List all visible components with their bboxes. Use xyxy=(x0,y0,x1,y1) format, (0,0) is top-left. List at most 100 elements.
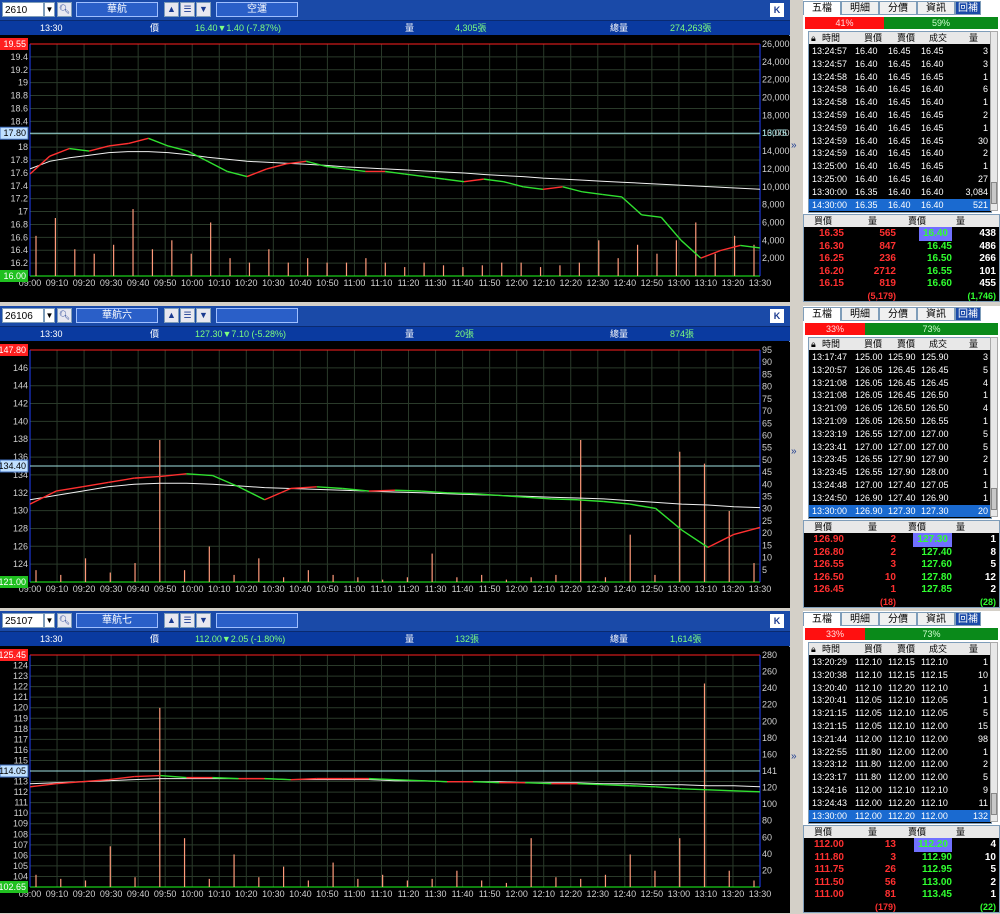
tab-1[interactable]: 明細 xyxy=(841,612,879,626)
tab-4[interactable]: 回補 xyxy=(955,307,981,321)
tick-row[interactable]: 13:20:38 112.10 112.15 112.15 10 xyxy=(809,669,991,681)
tick-row[interactable]: 13:24:59 16.40 16.45 16.45 1 xyxy=(809,122,991,134)
tick-row[interactable]: 13:20:29 112.10 112.15 112.10 1 xyxy=(809,656,991,668)
tick-list-scrollbar[interactable] xyxy=(990,31,998,211)
tick-row[interactable]: 13:22:55 111.80 112.00 112.00 1 xyxy=(809,746,991,758)
tick-row[interactable]: 13:21:08 126.05 126.45 126.45 4 xyxy=(809,377,991,389)
list-button[interactable]: ☰ xyxy=(180,2,195,17)
tick-row[interactable]: 13:21:08 126.05 126.45 126.50 1 xyxy=(809,389,991,401)
tick-row[interactable]: 13:21:44 112.00 112.10 112.00 98 xyxy=(809,733,991,745)
tick-row[interactable]: 13:21:09 126.05 126.50 126.55 1 xyxy=(809,415,991,427)
tab-4[interactable]: 回補 xyxy=(955,612,981,626)
tick-row[interactable]: 13:21:15 112.05 112.10 112.00 15 xyxy=(809,720,991,732)
tab-1[interactable]: 明細 xyxy=(841,307,879,321)
tick-row[interactable]: 13:20:41 112.05 112.10 112.05 1 xyxy=(809,694,991,706)
industry-field[interactable] xyxy=(216,613,298,628)
tab-2[interactable]: 分價 xyxy=(879,307,917,321)
lock-icon[interactable]: 🔒︎ xyxy=(811,32,816,44)
tick-row[interactable]: 13:21:09 126.05 126.50 126.50 4 xyxy=(809,402,991,414)
symbol-name-field[interactable]: 華航 xyxy=(76,2,158,17)
tick-row[interactable]: 13:20:40 112.10 112.20 112.10 1 xyxy=(809,682,991,694)
tick-row[interactable]: 13:24:57 16.40 16.45 16.45 3 xyxy=(809,45,991,57)
tick-row[interactable]: 13:23:45 126.55 127.90 127.90 2 xyxy=(809,453,991,465)
expand-toggle[interactable]: » xyxy=(790,306,802,608)
list-button[interactable]: ☰ xyxy=(180,308,195,323)
tab-1[interactable]: 明細 xyxy=(841,1,879,15)
tab-2[interactable]: 分價 xyxy=(879,1,917,15)
tab-0[interactable]: 五檔 xyxy=(803,1,841,15)
tab-3[interactable]: 資訊 xyxy=(917,1,955,15)
scrollbar-thumb[interactable] xyxy=(991,488,997,510)
scroll-up-button[interactable]: ▲ xyxy=(164,2,179,17)
tick-row[interactable]: 13:24:59 16.40 16.45 16.40 2 xyxy=(809,147,991,159)
tick-list[interactable]: 🔒︎ 時間 買價 賣價 成交量 13:17:47 125.00 125.90 125.90 3 13… xyxy=(808,337,992,519)
scrollbar-thumb[interactable] xyxy=(991,182,997,204)
tick-row[interactable]: 13:21:15 112.05 112.10 112.05 5 xyxy=(809,707,991,719)
tick-list[interactable]: 🔒︎ 時間 買價 賣價 成交量 13:24:57 16.40 16.45 16.45 3 13:24… xyxy=(808,31,992,213)
tick-row[interactable]: 13:24:58 16.40 16.45 16.40 6 xyxy=(809,83,991,95)
symbol-dropdown-button[interactable]: ▼ xyxy=(44,2,55,17)
tick-row[interactable]: 13:25:00 16.40 16.45 16.45 1 xyxy=(809,160,991,172)
industry-field[interactable]: 空運 xyxy=(216,2,298,17)
tick-row[interactable]: 13:30:00 16.35 16.40 16.40 3,084 xyxy=(809,186,991,198)
symbol-dropdown-button[interactable]: ▼ xyxy=(44,613,55,628)
symbol-name-field[interactable]: 華航七 xyxy=(76,613,158,628)
intraday-chart[interactable]: 125.451241231221211201191181171161151141… xyxy=(0,647,790,913)
tick-list-scrollbar[interactable] xyxy=(990,642,998,822)
tick-row[interactable]: 13:24:16 112.00 112.10 112.10 9 xyxy=(809,784,991,796)
intraday-chart[interactable]: 147.801461441421401381361341321301281261… xyxy=(0,342,790,608)
kline-button[interactable]: K xyxy=(770,3,784,17)
search-button[interactable]: 🔍︎ xyxy=(57,308,72,323)
intraday-chart[interactable]: 19.5519.419.21918.818.618.418.21817.817.… xyxy=(0,36,790,302)
tick-row[interactable]: 13:24:58 16.40 16.45 16.40 1 xyxy=(809,96,991,108)
scroll-down-button[interactable]: ▼ xyxy=(196,308,211,323)
lock-icon[interactable]: 🔒︎ xyxy=(811,643,816,655)
tick-row[interactable]: 13:20:57 126.05 126.45 126.45 5 xyxy=(809,364,991,376)
tick-row[interactable]: 13:23:19 126.55 127.00 127.00 5 xyxy=(809,428,991,440)
symbol-code-input[interactable]: 26106 xyxy=(2,308,44,323)
lock-icon[interactable]: 🔒︎ xyxy=(811,338,816,350)
tick-row[interactable]: 13:23:45 126.55 127.90 128.00 1 xyxy=(809,466,991,478)
tick-row[interactable]: 13:23:17 111.80 112.00 112.00 5 xyxy=(809,771,991,783)
tick-list-scrollbar[interactable] xyxy=(990,337,998,517)
symbol-dropdown-button[interactable]: ▼ xyxy=(44,308,55,323)
tick-row[interactable]: 13:24:50 126.90 127.40 126.90 1 xyxy=(809,492,991,504)
scroll-down-button[interactable]: ▼ xyxy=(196,613,211,628)
tick-row[interactable]: 13:24:59 16.40 16.45 16.45 30 xyxy=(809,135,991,147)
scroll-up-button[interactable]: ▲ xyxy=(164,613,179,628)
expand-toggle[interactable]: » xyxy=(790,611,802,913)
industry-field[interactable] xyxy=(216,308,298,323)
scroll-up-button[interactable]: ▲ xyxy=(164,308,179,323)
tick-row[interactable]: 14:30:00 16.35 16.40 16.40 521 xyxy=(809,198,991,211)
tick-row[interactable]: 13:24:57 16.40 16.45 16.40 3 xyxy=(809,58,991,70)
kline-button[interactable]: K xyxy=(770,309,784,323)
tab-2[interactable]: 分價 xyxy=(879,612,917,626)
symbol-code-input[interactable]: 2610 xyxy=(2,2,44,17)
tab-3[interactable]: 資訊 xyxy=(917,612,955,626)
tick-row[interactable]: 13:24:43 112.00 112.20 112.10 11 xyxy=(809,797,991,809)
tick-row[interactable]: 13:17:47 125.00 125.90 125.90 3 xyxy=(809,351,991,363)
tick-list[interactable]: 🔒︎ 時間 買價 賣價 成交量 13:20:29 112.10 112.15 112.10 1 13… xyxy=(808,642,992,824)
tick-row[interactable]: 13:24:58 16.40 16.45 16.45 1 xyxy=(809,71,991,83)
tick-row[interactable]: 13:23:41 127.00 127.00 127.00 5 xyxy=(809,441,991,453)
tab-3[interactable]: 資訊 xyxy=(917,307,955,321)
symbol-name-field[interactable]: 華航六 xyxy=(76,308,158,323)
tick-row[interactable]: 13:23:12 111.80 112.00 112.00 2 xyxy=(809,758,991,770)
tick-row[interactable]: 13:30:00 126.90 127.30 127.30 20 xyxy=(809,504,991,517)
tab-0[interactable]: 五檔 xyxy=(803,612,841,626)
scroll-down-button[interactable]: ▼ xyxy=(196,2,211,17)
tick-row[interactable]: 13:24:59 16.40 16.45 16.45 2 xyxy=(809,109,991,121)
search-button[interactable]: 🔍︎ xyxy=(57,2,72,17)
list-button[interactable]: ☰ xyxy=(180,613,195,628)
search-button[interactable]: 🔍︎ xyxy=(57,613,72,628)
tab-4[interactable]: 回補 xyxy=(955,1,981,15)
tick-cell: 13:22:55 xyxy=(812,746,848,757)
tick-row[interactable]: 13:30:00 112.00 112.20 112.00 132 xyxy=(809,809,991,822)
scrollbar-thumb[interactable] xyxy=(991,793,997,815)
kline-button[interactable]: K xyxy=(770,614,784,628)
tab-0[interactable]: 五檔 xyxy=(803,307,841,321)
expand-toggle[interactable]: » xyxy=(790,0,802,302)
tick-row[interactable]: 13:24:48 127.00 127.40 127.05 1 xyxy=(809,479,991,491)
tick-row[interactable]: 13:25:00 16.40 16.45 16.40 27 xyxy=(809,173,991,185)
symbol-code-input[interactable]: 25107 xyxy=(2,613,44,628)
